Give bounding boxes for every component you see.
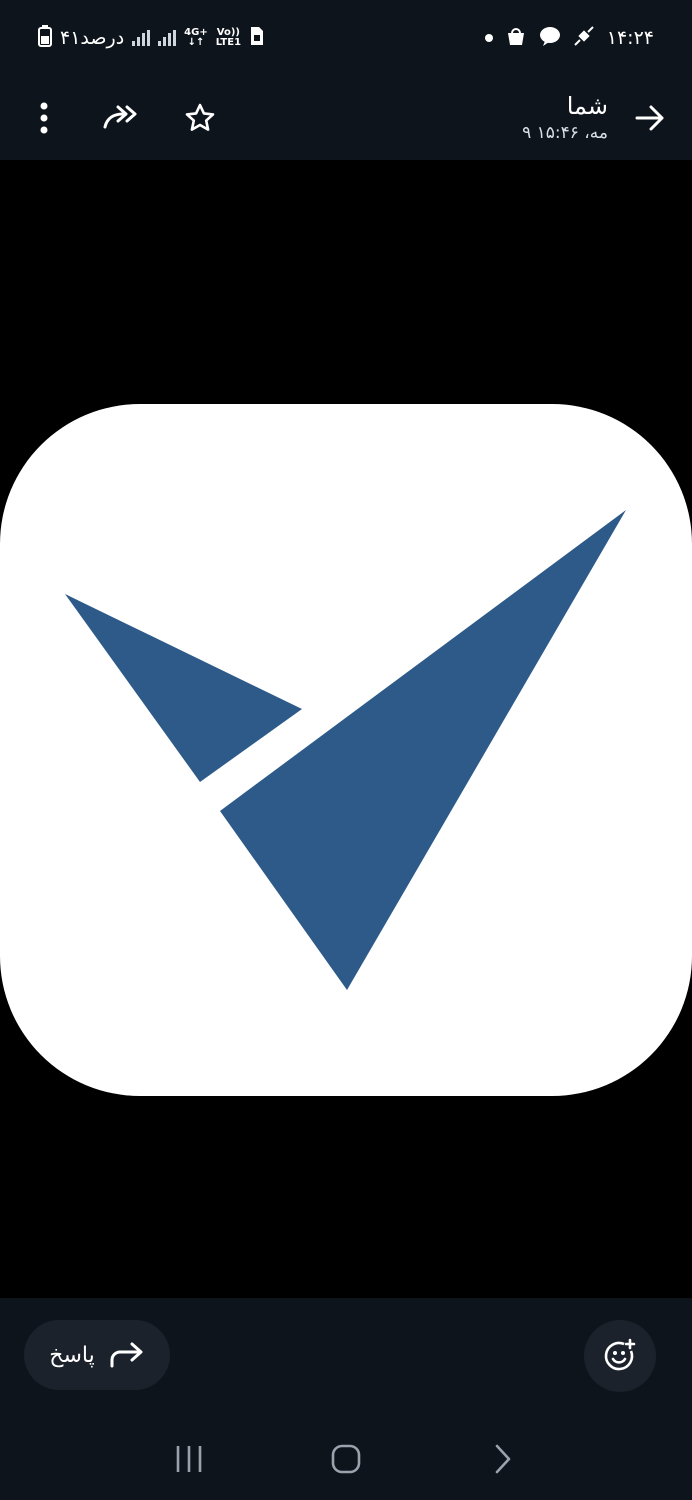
- reply-label: پاسخ: [49, 1342, 95, 1368]
- status-left: ۴۱درصد 4G+ ↓↑ Vo)) LTE1: [38, 24, 265, 52]
- home-icon: [331, 1444, 361, 1474]
- app-logo-image: [0, 404, 692, 1096]
- star-button[interactable]: [180, 98, 220, 138]
- status-bar: ۴۱درصد 4G+ ↓↑ Vo)) LTE1 ۱۴:۲۴: [0, 0, 692, 76]
- chat-bubble-icon: [539, 25, 561, 52]
- system-nav-bar: [0, 1418, 692, 1500]
- chevron-right-icon: [496, 1444, 511, 1474]
- message-timestamp: ۹ مه، ۱۵:۴۶: [522, 123, 608, 143]
- recent-apps-icon: [176, 1446, 201, 1472]
- notification-dot-icon: [484, 34, 493, 42]
- checkmark-logo-icon: [65, 510, 626, 990]
- add-reaction-icon: [604, 1338, 636, 1371]
- signal-icon: [132, 30, 151, 46]
- more-vert-icon: [40, 102, 48, 134]
- forward-button[interactable]: [102, 98, 142, 138]
- sender-name: شما: [566, 92, 608, 120]
- network-type: 4G+ ↓↑: [184, 27, 208, 48]
- forward-double-icon: [103, 105, 137, 129]
- nav-back-button[interactable]: [483, 1439, 523, 1479]
- shopping-bag-icon: [505, 25, 527, 52]
- star-icon: [185, 103, 215, 131]
- home-button[interactable]: [326, 1439, 366, 1479]
- bottom-bar: پاسخ: [0, 1298, 692, 1500]
- app-bar: شما ۹ مه، ۱۵:۴۶: [0, 76, 692, 160]
- back-button[interactable]: [630, 98, 670, 138]
- app-bar-sender: شما ۹ مه، ۱۵:۴۶: [522, 91, 670, 145]
- recent-apps-button[interactable]: [169, 1439, 209, 1479]
- status-right: ۱۴:۲۴: [484, 25, 654, 52]
- more-options-button[interactable]: [24, 98, 64, 138]
- battery-icon: [38, 24, 52, 52]
- sender-info: شما ۹ مه، ۱۵:۴۶: [522, 91, 608, 145]
- battery-percent: ۴۱درصد: [60, 27, 125, 49]
- volte-indicator: Vo)) LTE1: [215, 27, 242, 48]
- arrow-back-icon: [635, 105, 664, 131]
- signal-icon-2: [158, 30, 177, 46]
- sim-icon: [249, 25, 265, 52]
- app-bar-actions: [24, 98, 220, 138]
- satellite-icon: [573, 25, 595, 52]
- image-viewer[interactable]: [0, 160, 692, 1298]
- reply-button[interactable]: پاسخ: [24, 1320, 170, 1390]
- clock-time: ۱۴:۲۴: [606, 27, 654, 49]
- reply-arrow-icon: [110, 1342, 143, 1368]
- add-reaction-button[interactable]: [584, 1320, 656, 1392]
